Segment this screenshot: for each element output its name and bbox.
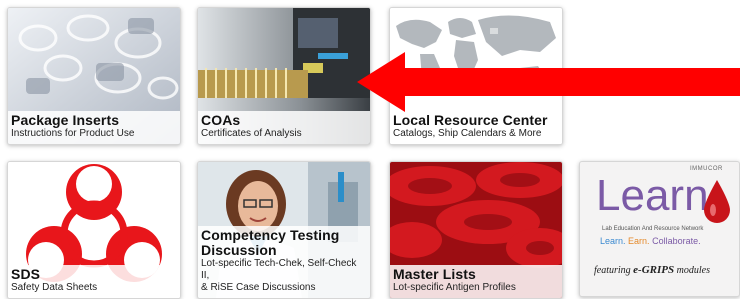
red-arrow-icon <box>357 52 740 112</box>
coas-caption: COAs Certificates of Analysis <box>198 111 370 144</box>
competency-subtitle-line1: Lot-specific Tech-Chek, Self-Check II, <box>201 258 357 281</box>
learn-logo-text: Learn <box>596 171 709 220</box>
learn-network-label: Lab Education And Resource Network <box>602 226 704 232</box>
tile-competency-testing[interactable]: Competency Testing Discussion Lot-specif… <box>197 161 371 299</box>
tile-master-lists[interactable]: Master Lists Lot-specific Antigen Profil… <box>389 161 563 299</box>
package-inserts-subtitle: Instructions for Product Use <box>11 128 135 139</box>
package-inserts-caption: Package Inserts Instructions for Product… <box>8 111 180 144</box>
local-resource-center-title: Local Resource Center <box>393 112 548 128</box>
package-inserts-title: Package Inserts <box>11 112 120 128</box>
tile-coas[interactable]: COAs Certificates of Analysis <box>197 7 371 145</box>
featuring-line: featuring e-GRIPS modules <box>594 264 710 276</box>
tagline-collaborate: Collaborate. <box>652 236 701 246</box>
tile-learn[interactable]: IMMUCOR Learn Lab Education And Resource… <box>579 161 740 297</box>
local-resource-center-subtitle: Catalogs, Ship Calendars & More <box>393 128 542 139</box>
competency-subtitle-line2: & RiSE Case Discussions <box>201 282 316 293</box>
master-lists-subtitle: Lot-specific Antigen Profiles <box>393 282 516 293</box>
tile-sds[interactable]: SDS Safety Data Sheets <box>7 161 181 299</box>
master-lists-title: Master Lists <box>393 266 476 282</box>
competency-title-line1: Competency Testing <box>201 227 340 243</box>
egrips-label: e-GRIPS <box>633 264 675 276</box>
master-lists-caption: Master Lists Lot-specific Antigen Profil… <box>390 265 562 298</box>
blood-drop-icon <box>704 180 730 224</box>
sds-title: SDS <box>11 266 41 282</box>
coas-title: COAs <box>201 112 241 128</box>
tile-package-inserts[interactable]: Package Inserts Instructions for Product… <box>7 7 181 145</box>
tagline-earn: Earn. <box>628 236 650 246</box>
tagline-learn: Learn. <box>600 236 626 246</box>
featuring-label: featuring <box>594 265 631 276</box>
competency-caption: Competency Testing Discussion Lot-specif… <box>198 226 370 298</box>
coas-subtitle: Certificates of Analysis <box>201 128 302 139</box>
sds-subtitle: Safety Data Sheets <box>11 282 98 293</box>
sds-caption: SDS Safety Data Sheets <box>8 265 180 298</box>
modules-label: modules <box>676 265 710 276</box>
competency-title-line2: Discussion <box>201 242 277 258</box>
learn-tagline: Learn. Earn. Collaborate. <box>600 236 701 246</box>
local-resource-center-caption: Local Resource Center Catalogs, Ship Cal… <box>390 111 562 144</box>
